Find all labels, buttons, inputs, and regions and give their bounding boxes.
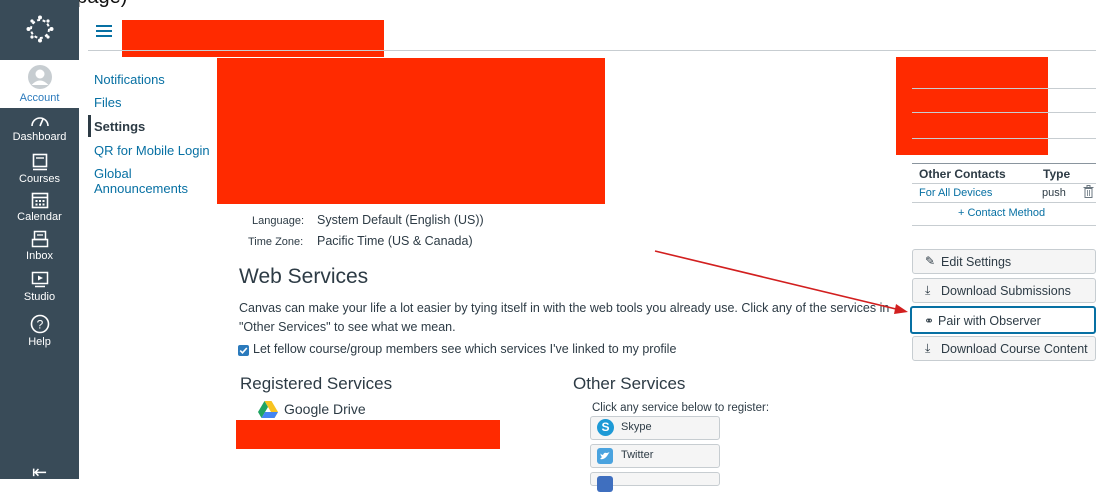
annotation-arrow xyxy=(654,250,908,314)
